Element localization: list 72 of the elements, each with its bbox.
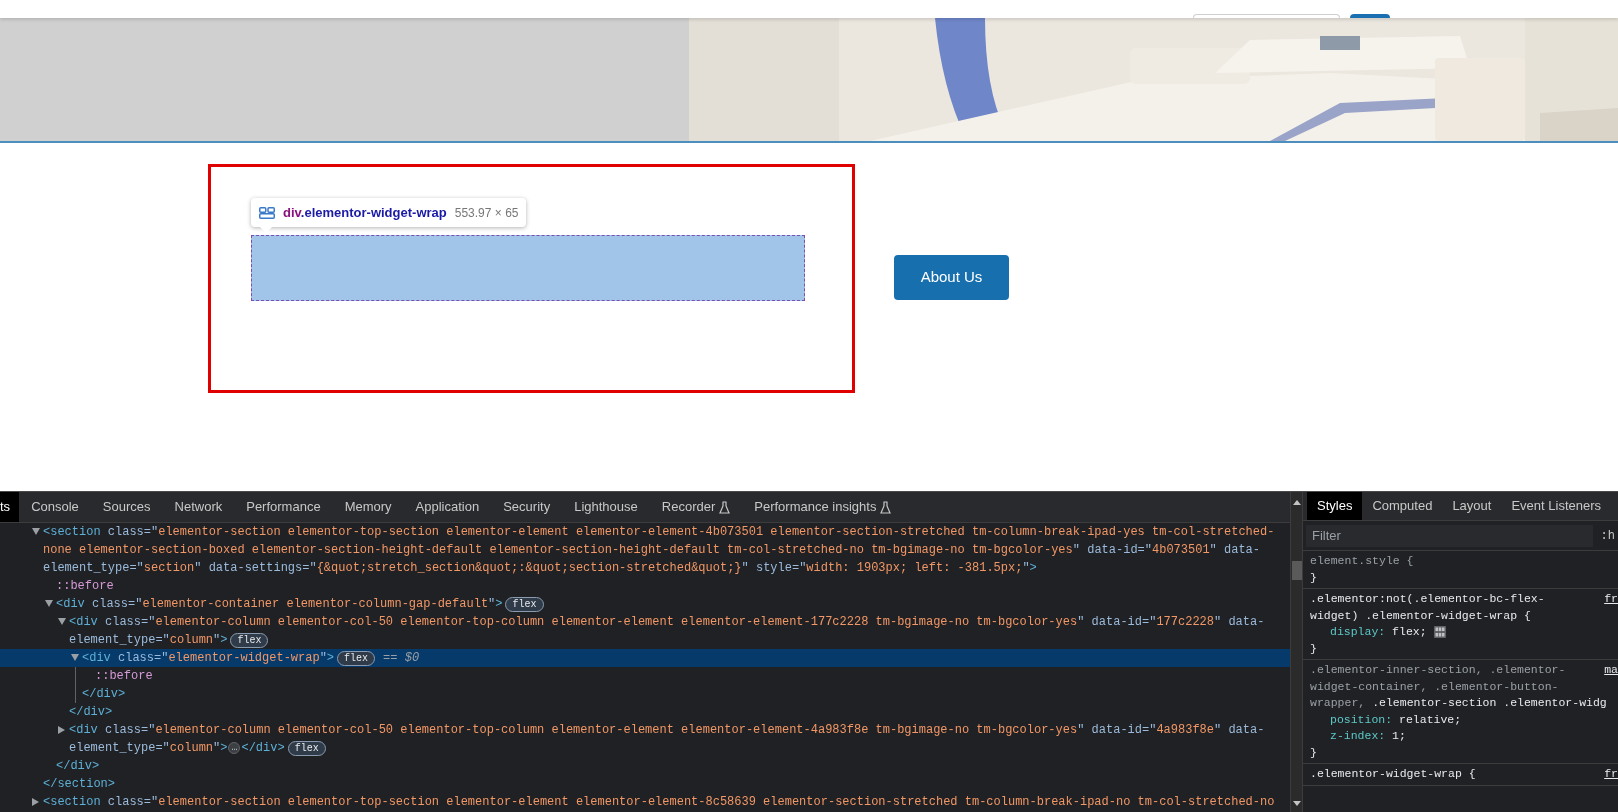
css-declaration: position: relative; — [1330, 711, 1462, 728]
pseudo-element: ::before — [95, 668, 153, 685]
filter-field[interactable]: Filter — [1306, 524, 1593, 547]
styles-tab[interactable]: Styles — [1307, 492, 1363, 520]
hover-state-toggle[interactable]: :h — [1600, 526, 1615, 545]
expand-arrow-icon[interactable] — [71, 654, 79, 661]
flex-editor-icon[interactable] — [1433, 626, 1446, 639]
code-text: <section class="elementor-section elementor-top-section elementor-element elementor-element-8c58639 elementor-section-stretched tm-column-break-ipad-no tm-col-stretched-no — [43, 794, 1275, 811]
source-link[interactable]: fr — [1604, 766, 1618, 783]
code-text: </div> — [82, 686, 126, 703]
closing-brace: } — [1310, 569, 1317, 586]
console-reference: == $0 — [383, 650, 420, 667]
selected-node-row[interactable]: <div class="elementor-widget-wrap"> flex == $0 — [0, 649, 1290, 667]
code-text: <section class="elementor-section elementor-top-section elementor-element elementor-element-4b073501 elementor-section-stretched tm-column-break-ipad-yes tm-col-stretched- — [43, 524, 1275, 541]
source-link[interactable]: ma — [1604, 662, 1618, 679]
devtools-tab[interactable]: Network — [162, 492, 235, 522]
devtools-tab[interactable]: ts — [0, 492, 20, 522]
about-us-button[interactable]: About Us — [894, 255, 1009, 300]
css-selector: .elementor:not(.elementor-bc-flex- — [1310, 591, 1545, 607]
styles-tab[interactable]: Computed — [1362, 492, 1443, 520]
element-selector: div.elementor-widget-wrap — [283, 203, 447, 222]
css-selector: widget-container, .elementor-button- — [1310, 678, 1559, 695]
css-selector: .elementor-widget-wrap { — [1310, 766, 1476, 782]
expand-arrow-icon[interactable] — [32, 528, 40, 535]
layout-icon — [259, 206, 275, 219]
code-text: element_type="column"> — [69, 740, 228, 757]
code-text: </div> — [56, 758, 100, 775]
code-text: <div class="elementor-column elementor-col-50 elementor-top-column elementor-element elementor-element-177c2228 tm-bgimage-no tm-bgcolor-yes" data-id="177c2228" data- — [69, 614, 1265, 631]
code-text: </div> — [241, 740, 285, 757]
flex-badge[interactable]: flex — [337, 650, 376, 666]
styles-tab[interactable]: Event Listeners — [1501, 492, 1612, 520]
styles-tab[interactable]: Layout — [1442, 492, 1502, 520]
css-declaration: display: flex; — [1330, 624, 1427, 640]
collapse-arrow-icon[interactable] — [58, 726, 65, 734]
collapse-arrow-icon[interactable] — [32, 798, 39, 806]
scroll-down-icon[interactable] — [1292, 801, 1301, 806]
code-text: </section> — [43, 776, 115, 793]
devtools-tab[interactable]: Performance insights — [742, 492, 904, 522]
closing-brace: } — [1310, 744, 1317, 761]
scrollbar-thumb[interactable] — [1291, 561, 1302, 580]
css-selector: widget) .elementor-widget-wrap { — [1310, 607, 1531, 624]
source-link[interactable]: fr — [1604, 591, 1618, 608]
devtools-tab[interactable]: Memory — [332, 492, 404, 522]
element-size: 553.97 × 65 — [454, 204, 519, 222]
devtools-tab[interactable]: Console — [19, 492, 91, 522]
expand-arrow-icon[interactable] — [45, 600, 53, 607]
devtools-tab[interactable]: Performance — [234, 492, 333, 522]
ellipsis-button[interactable]: … — [228, 742, 241, 754]
code-text: <div class="elementor-column elementor-col-50 elementor-top-column elementor-element elementor-element-4a983f8e tm-bgimage-no tm-bgcolor-yes" data-id="4a983f8e" data- — [69, 722, 1265, 739]
devtools-tab[interactable]: Security — [491, 492, 563, 522]
code-text: <div class="elementor-container elementor-column-gap-default"> — [56, 596, 503, 613]
flex-badge[interactable]: flex — [287, 740, 326, 756]
code-text: </div> — [69, 704, 113, 721]
code-text: <div class="elementor-widget-wrap"> — [82, 650, 335, 667]
devtools-tab[interactable]: Lighthouse — [562, 492, 650, 522]
css-declaration: z-index: 1; — [1330, 728, 1406, 744]
devtools-tab[interactable]: Application — [403, 492, 492, 522]
scroll-up-icon[interactable] — [1292, 500, 1301, 505]
closing-brace: } — [1310, 640, 1317, 657]
css-selector: wrapper, .elementor-section .elementor-widg — [1310, 695, 1607, 711]
code-text: element_type="column"> — [69, 632, 228, 649]
code-text: element_type="section" data-settings="{&quot;stretch_section&quot;:&quot;section-stretched&quot;}" style="width: 1903px; left: -381.5px;"> — [43, 560, 1037, 577]
flex-badge[interactable]: flex — [505, 596, 544, 612]
pseudo-element: ::before — [56, 578, 114, 595]
css-selector: element.style { — [1310, 553, 1414, 569]
css-selector: .elementor-inner-section, .elementor- — [1310, 662, 1566, 678]
header-button[interactable] — [1350, 14, 1390, 18]
flex-badge[interactable]: flex — [230, 632, 269, 648]
devtools-tab[interactable]: Sources — [90, 492, 163, 522]
expand-arrow-icon[interactable] — [58, 618, 66, 625]
code-text: none elementor-section-boxed elementor-section-height-default elementor-section-height-default tm-col-stretched-no tm-bgimage-no tm-bgcolor-yes" data-id="4b073501" data- — [43, 542, 1261, 559]
devtools-tab[interactable]: Recorder — [649, 492, 743, 522]
